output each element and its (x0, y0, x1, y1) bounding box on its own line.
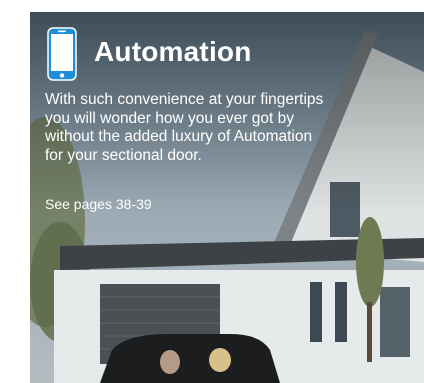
page-title: Automation (94, 36, 252, 67)
smartphone-icon (47, 27, 77, 81)
body-line: without the added luxury of Automation (45, 128, 313, 145)
brochure-page: Automation With such convenience at your… (0, 0, 424, 383)
body-line: you will wonder how you ever got by (45, 109, 294, 127)
body-line: for your sectional door. (45, 146, 202, 164)
body-text: With such convenience at your fingertips… (45, 91, 390, 165)
body-line: With such convenience at your fingertips (45, 91, 324, 108)
page-reference: See pages 38-39 (45, 196, 152, 212)
